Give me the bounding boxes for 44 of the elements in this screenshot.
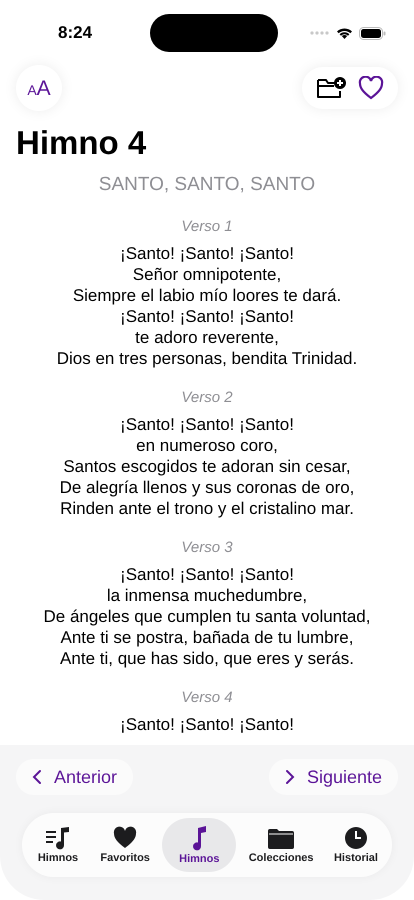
- lyric-line: Señor omnipotente,: [132, 264, 282, 285]
- tab[interactable]: Himnos: [28, 818, 88, 872]
- tab[interactable]: Himnos: [162, 818, 236, 872]
- cellular-signal-icon: [310, 31, 330, 35]
- heart-outline-icon[interactable]: [358, 76, 384, 100]
- tab[interactable]: Favoritos: [92, 818, 158, 872]
- hymn-subtitle: SANTO, SANTO, SANTO: [98, 174, 316, 196]
- lyric-line: De ángeles que cumplen tu santa voluntad,: [42, 606, 372, 627]
- clock-icon: [344, 826, 368, 850]
- hymn-title: Himno 4: [16, 124, 148, 162]
- tab[interactable]: Colecciones: [240, 818, 322, 872]
- lyric-line: Santos escogidos te adoran sin cesar,: [62, 456, 352, 477]
- lyric-line: ¡Santo! ¡Santo! ¡Santo!: [119, 714, 295, 735]
- lyric-line: Rinden ante el trono y el cristalino mar.: [59, 498, 355, 519]
- lyric-line: Siempre el labio mío loores te dará.: [72, 285, 342, 306]
- lyric-line: ¡Santo! ¡Santo! ¡Santo!: [119, 243, 295, 264]
- verse-label: Verso 1: [180, 218, 234, 235]
- lyric-line: ¡Santo! ¡Santo! ¡Santo!: [119, 414, 295, 435]
- folder-add-icon[interactable]: [316, 75, 346, 101]
- lyric-line: te adoro reverente,: [134, 327, 280, 348]
- music-list-icon: [45, 826, 71, 850]
- heart-icon: [112, 826, 138, 850]
- folder-icon: [267, 826, 296, 850]
- lyric-line: en numeroso coro,: [135, 435, 279, 456]
- verse-label: Verso 4: [180, 689, 234, 706]
- verse-label: Verso 2: [180, 389, 234, 406]
- wifi-icon: [336, 27, 353, 39]
- lyric-line: la inmensa muchedumbre,: [106, 585, 308, 606]
- lyric-line: Ante ti se postra, bañada de tu lumbre,: [60, 627, 354, 648]
- tab[interactable]: Historial: [326, 818, 386, 872]
- text-size-button[interactable]: AA: [16, 65, 62, 111]
- battery-icon: [359, 26, 386, 40]
- verse-label: Verso 3: [180, 539, 234, 556]
- lyric-line: Ante ti, que has sido, que eres y serás.: [59, 648, 355, 669]
- lyric-line: De alegría llenos y sus coronas de oro,: [58, 477, 356, 498]
- music-note-icon: [190, 825, 208, 851]
- chevron-right-icon: [284, 769, 295, 785]
- status-time: 8:24: [58, 23, 94, 43]
- lyric-line: ¡Santo! ¡Santo! ¡Santo!: [119, 564, 295, 585]
- chevron-left-icon: [32, 769, 42, 785]
- lyric-line: Dios en tres personas, bendita Trinidad.: [56, 348, 358, 369]
- previous-button[interactable]: Anterior: [16, 759, 134, 795]
- lyric-line: ¡Santo! ¡Santo! ¡Santo!: [119, 306, 295, 327]
- next-button[interactable]: Siguiente: [268, 759, 398, 795]
